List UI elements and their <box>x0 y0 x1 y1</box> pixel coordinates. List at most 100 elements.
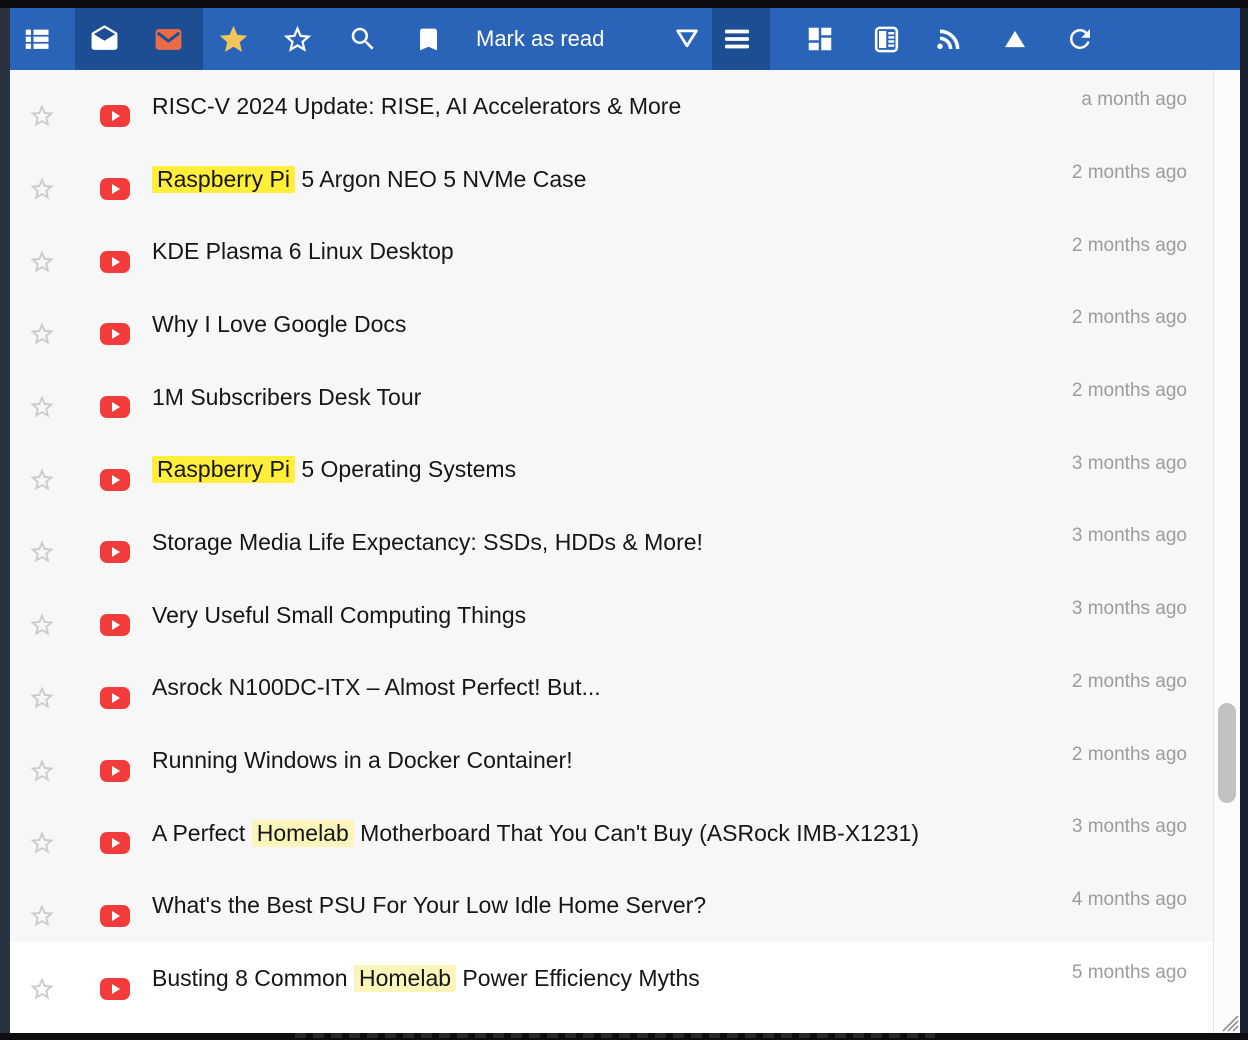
list-item[interactable]: Busting 8 Common Homelab Power Efficienc… <box>10 942 1213 1015</box>
youtube-favicon <box>100 469 130 491</box>
show-read-button[interactable] <box>80 8 128 70</box>
title-text: Asrock N100DC-ITX – Almost Perfect! But.… <box>152 674 601 700</box>
article-timestamp: 2 months ago <box>1052 671 1187 693</box>
show-unread-button[interactable] <box>144 8 192 70</box>
row-star-outline-icon[interactable] <box>28 829 56 857</box>
occluded-background-text <box>295 1033 935 1038</box>
star-outline-icon <box>281 23 314 56</box>
list-item[interactable]: 1M Subscribers Desk Tour 2 months ago <box>10 361 1213 434</box>
rss-feed-button[interactable] <box>926 8 974 70</box>
list-item[interactable]: Raspberry Pi 5 Argon NEO 5 NVMe Case 2 m… <box>10 143 1213 216</box>
star-article-button[interactable] <box>273 8 321 70</box>
youtube-favicon <box>100 760 130 782</box>
list-item[interactable]: Storage Media Life Expectancy: SSDs, HDD… <box>10 506 1213 579</box>
article-timestamp: 3 months ago <box>1052 816 1187 838</box>
article-title: Asrock N100DC-ITX – Almost Perfect! But.… <box>152 674 601 701</box>
list-item[interactable]: KDE Plasma 6 Linux Desktop 2 months ago <box>10 215 1213 288</box>
row-star-outline-icon[interactable] <box>28 902 56 930</box>
youtube-favicon <box>100 541 130 563</box>
list-item[interactable]: Very Useful Small Computing Things 3 mon… <box>10 579 1213 652</box>
list-item[interactable]: Running Windows in a Docker Container! 2… <box>10 724 1213 797</box>
scrollbar-thumb[interactable] <box>1218 703 1236 803</box>
filter-funnel-icon <box>672 24 702 54</box>
title-text: Motherboard That You Can't Buy (ASRock I… <box>354 820 919 846</box>
article-timestamp: 2 months ago <box>1052 380 1187 402</box>
dashboard-grid-icon <box>805 24 835 54</box>
play-icon <box>112 693 120 703</box>
play-icon <box>112 184 120 194</box>
play-icon <box>112 257 120 267</box>
search-button[interactable] <box>339 8 387 70</box>
headlines-list-icon <box>22 24 52 54</box>
row-star-outline-icon[interactable] <box>28 393 56 421</box>
refresh-button[interactable] <box>1056 8 1104 70</box>
article-timestamp: 4 months ago <box>1052 889 1187 911</box>
filter-button[interactable] <box>663 8 711 70</box>
article-title: 1M Subscribers Desk Tour <box>152 384 421 411</box>
youtube-favicon <box>100 178 130 200</box>
unread-envelope-icon <box>153 24 184 55</box>
scrollbar-track[interactable] <box>1214 70 1240 1033</box>
window-border-top <box>0 0 1248 8</box>
play-icon <box>112 111 120 121</box>
sort-order-button[interactable] <box>991 8 1039 70</box>
card-layout-button[interactable] <box>796 8 844 70</box>
youtube-favicon <box>100 105 130 127</box>
list-item[interactable]: Why I Love Google Docs 2 months ago <box>10 288 1213 361</box>
row-star-outline-icon[interactable] <box>28 102 56 130</box>
title-text: What's the Best PSU For Your Low Idle Ho… <box>152 892 706 918</box>
reader-view-button[interactable] <box>862 8 910 70</box>
article-timestamp: a month ago <box>1061 89 1187 111</box>
headlines-list-button[interactable] <box>13 8 61 70</box>
title-text: 1M Subscribers Desk Tour <box>152 384 421 410</box>
article-title: Raspberry Pi 5 Operating Systems <box>152 456 516 483</box>
list-layout-button[interactable] <box>713 8 761 70</box>
bookmark-button[interactable] <box>404 8 452 70</box>
play-icon <box>112 911 120 921</box>
article-timestamp: 2 months ago <box>1052 744 1187 766</box>
youtube-favicon <box>100 905 130 927</box>
list-item[interactable]: A Perfect Homelab Motherboard That You C… <box>10 797 1213 870</box>
row-star-outline-icon[interactable] <box>28 248 56 276</box>
window-border-left <box>0 8 10 1033</box>
row-star-outline-icon[interactable] <box>28 175 56 203</box>
window-border-right <box>1240 8 1248 1033</box>
list-item[interactable]: What's the Best PSU For Your Low Idle Ho… <box>10 870 1213 943</box>
starred-filter-button[interactable] <box>209 8 257 70</box>
menu-hamburger-icon <box>721 23 753 55</box>
article-timestamp: 3 months ago <box>1052 525 1187 547</box>
title-text: 5 Operating Systems <box>295 456 516 482</box>
row-star-outline-icon[interactable] <box>28 975 56 1003</box>
article-timestamp: 5 months ago <box>1052 962 1187 984</box>
play-icon <box>112 984 120 994</box>
list-item[interactable]: Asrock N100DC-ITX – Almost Perfect! But.… <box>10 652 1213 725</box>
play-icon <box>112 766 120 776</box>
row-star-outline-icon[interactable] <box>28 538 56 566</box>
row-star-outline-icon[interactable] <box>28 611 56 639</box>
list-item[interactable]: Raspberry Pi 5 Operating Systems 3 month… <box>10 433 1213 506</box>
list-item[interactable]: RISC-V 2024 Update: RISE, AI Accelerator… <box>10 70 1213 143</box>
play-icon <box>112 620 120 630</box>
title-text: Busting 8 Common <box>152 965 354 991</box>
title-text: 5 Argon NEO 5 NVMe Case <box>295 166 586 192</box>
window-resize-grip[interactable] <box>1213 1006 1239 1032</box>
row-star-outline-icon[interactable] <box>28 757 56 785</box>
row-star-outline-icon[interactable] <box>28 466 56 494</box>
row-star-outline-icon[interactable] <box>28 320 56 348</box>
play-icon <box>112 475 120 485</box>
window-border-bottom <box>0 1033 1248 1040</box>
mark-as-read-button[interactable]: Mark as read <box>476 8 604 70</box>
content-area: RISC-V 2024 Update: RISE, AI Accelerator… <box>10 70 1240 1033</box>
youtube-favicon <box>100 978 130 1000</box>
article-title: Running Windows in a Docker Container! <box>152 747 573 774</box>
article-title: RISC-V 2024 Update: RISE, AI Accelerator… <box>152 93 681 120</box>
article-list: RISC-V 2024 Update: RISE, AI Accelerator… <box>10 70 1213 1033</box>
bookmark-icon <box>414 25 443 54</box>
row-star-outline-icon[interactable] <box>28 684 56 712</box>
article-timestamp: 3 months ago <box>1052 598 1187 620</box>
play-icon <box>112 547 120 557</box>
article-title: Storage Media Life Expectancy: SSDs, HDD… <box>152 529 703 556</box>
article-title: Busting 8 Common Homelab Power Efficienc… <box>152 965 700 992</box>
article-title: Raspberry Pi 5 Argon NEO 5 NVMe Case <box>152 166 586 193</box>
article-timestamp: 2 months ago <box>1052 307 1187 329</box>
